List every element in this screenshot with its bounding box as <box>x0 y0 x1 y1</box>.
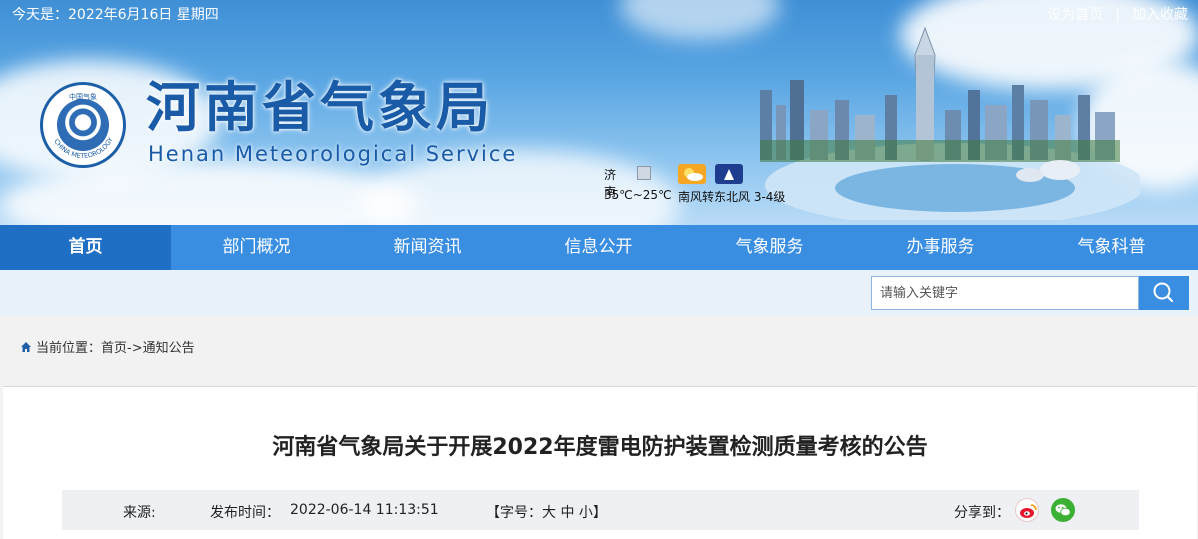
wechat-share-icon[interactable] <box>1051 498 1075 522</box>
breadcrumb-label: 当前位置： <box>36 341 102 356</box>
font-size-prefix: 【字号： <box>486 505 542 521</box>
logo-ring-text-path: CHINA METEOROLOGY <box>52 136 114 160</box>
sunny-cloudy-icon-glyph <box>684 168 703 181</box>
nav-item-science[interactable]: 气象科普 <box>1026 225 1197 270</box>
night-clear-icon-glyph <box>724 169 734 180</box>
breadcrumb: 当前位置： 首页->通知公告 <box>20 337 195 356</box>
nav-item-department[interactable]: 部门概况 <box>171 225 342 270</box>
article-meta-bar: 来源: 发布时间： 2022-06-14 11:13:51 【字号：大 中 小】… <box>62 490 1139 530</box>
weather-city-search-icon[interactable] <box>637 166 651 180</box>
logo-top-text: 中国气象 <box>69 92 97 101</box>
night-clear-icon <box>715 164 743 184</box>
nav-item-home[interactable]: 首页 <box>0 225 171 270</box>
main-nav: 首页 部门概况 新闻资讯 信息公开 气象服务 办事服务 气象科普 <box>0 225 1198 270</box>
font-size-large[interactable]: 大 <box>542 505 556 521</box>
add-favorite-link[interactable]: 加入收藏 <box>1132 7 1188 23</box>
nav-item-news[interactable]: 新闻资讯 <box>342 225 513 270</box>
font-size-small[interactable]: 小 <box>579 505 593 521</box>
search-input[interactable] <box>871 276 1139 310</box>
breadcrumb-path[interactable]: 首页->通知公告 <box>101 337 195 356</box>
cma-logo[interactable]: CHINA METEOROLOGY 中国气象 <box>40 82 126 168</box>
article-source-label: 来源: <box>123 505 156 521</box>
date-text: 今天是：2022年6月16日 星期四 <box>12 7 219 23</box>
share-label: 分享到： <box>954 505 1010 521</box>
home-icon <box>21 341 31 352</box>
font-size-control: 【字号：大 中 小】 <box>486 502 607 522</box>
font-size-suffix: 】 <box>592 505 607 521</box>
article-title: 河南省气象局关于开展2022年度雷电防护装置检测质量考核的公告 <box>272 435 928 460</box>
wechat-icon <box>1055 504 1071 517</box>
nav-item-info-disclosure[interactable]: 信息公开 <box>513 225 684 270</box>
sunny-cloudy-icon <box>678 164 706 184</box>
logo-ring-text: CHINA METEOROLOGY 中国气象 <box>52 92 114 160</box>
svg-text:CHINA METEOROLOGY: CHINA METEOROLOGY <box>52 136 114 160</box>
font-size-medium[interactable]: 中 <box>560 505 574 521</box>
article-panel: 河南省气象局关于开展2022年度雷电防护装置检测质量考核的公告 来源: 发布时间… <box>3 386 1197 539</box>
article-publish-time: 2022-06-14 11:13:51 <box>290 502 439 518</box>
nav-item-affairs[interactable]: 办事服务 <box>855 225 1026 270</box>
header-banner: 今天是：2022年6月16日 星期四 设为首页 | 加入收藏 CHINA METEO… <box>0 0 1198 225</box>
weibo-share-icon[interactable] <box>1015 498 1039 522</box>
nav-item-weather-service[interactable]: 气象服务 <box>684 225 855 270</box>
search-button[interactable] <box>1139 276 1189 310</box>
weibo-icon <box>1020 504 1037 518</box>
weather-temperature: 35℃~25℃ <box>604 188 672 202</box>
article-publish-label: 发布时间： <box>210 505 280 521</box>
city-skyline-image <box>760 26 1140 220</box>
weather-wind: 南风转东北风 3-4级 <box>678 190 786 204</box>
search-icon <box>1153 282 1174 303</box>
site-subtitle: Henan Meteorological Service <box>148 142 518 166</box>
site-title: 河南省气象局 <box>146 76 494 139</box>
